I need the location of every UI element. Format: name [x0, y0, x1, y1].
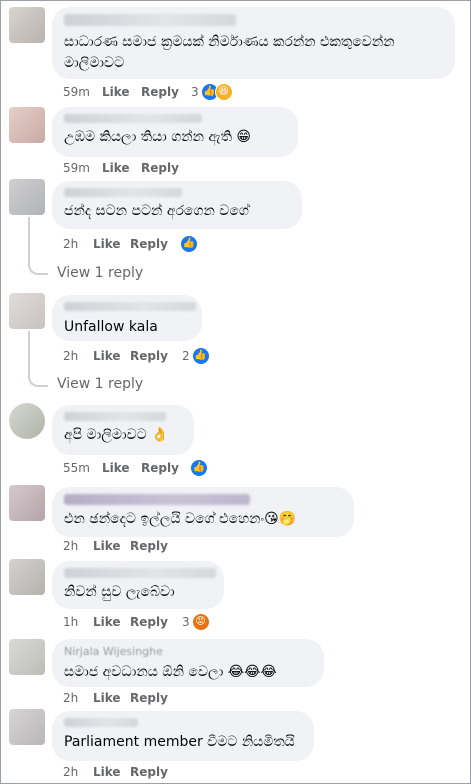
avatar[interactable]: [9, 7, 45, 43]
comment-text: උඹම කියලා තියා ගන්න ඇති 😁: [64, 129, 251, 145]
comment-timestamp[interactable]: 59m: [63, 85, 90, 99]
view-replies-link[interactable]: View 1 reply: [57, 376, 143, 392]
reply-button[interactable]: Reply: [141, 161, 179, 175]
comment-actions: 2h Like Reply: [63, 539, 263, 559]
reply-button[interactable]: Reply: [130, 237, 168, 251]
like-button[interactable]: Like: [93, 539, 121, 553]
commenter-name-redacted[interactable]: [64, 14, 236, 26]
comments-panel: සාධාරණ සමාජ ක්‍රමයක් නිර්මාණය කරන්න එකතු…: [0, 0, 471, 784]
like-icon: 👍: [180, 235, 198, 253]
commenter-name-redacted[interactable]: [64, 568, 216, 578]
like-button[interactable]: Like: [93, 237, 121, 251]
like-button[interactable]: Like: [102, 161, 130, 175]
avatar[interactable]: [9, 639, 45, 675]
comment-bubble: එන ඡන්දෙට ඉල්ලයි වගේ එහෙනං😘🤭: [52, 487, 354, 537]
comment-bubble: අපි මාලිමාවට 👌: [52, 405, 194, 455]
comment-text: එන ඡන්දෙට ඉල්ලයි වගේ එහෙනං😘🤭: [64, 511, 297, 527]
commenter-name-redacted[interactable]: [64, 188, 182, 197]
reply-button[interactable]: Reply: [130, 765, 168, 779]
comment-timestamp[interactable]: 2h: [63, 237, 78, 251]
comment-text: Unfallow kala: [64, 319, 158, 335]
comment-timestamp[interactable]: 2h: [63, 765, 78, 779]
reaction-summary[interactable]: 3 😡: [182, 613, 210, 631]
haha-icon: 😆: [214, 83, 233, 101]
reply-button[interactable]: Reply: [130, 691, 168, 705]
reply-button[interactable]: Reply: [141, 85, 179, 99]
reply-button[interactable]: Reply: [130, 539, 168, 553]
comment-text: නිවන් සුව ලැබේවා: [64, 584, 175, 600]
like-icon: 👍: [191, 347, 210, 365]
view-replies-link[interactable]: View 1 reply: [57, 265, 143, 281]
avatar[interactable]: [9, 485, 45, 521]
comment-text: Parliament member වීමට නියමිතයි: [64, 734, 295, 750]
avatar[interactable]: [9, 403, 45, 439]
like-button[interactable]: Like: [93, 691, 121, 705]
reaction-summary[interactable]: 2 👍: [182, 347, 210, 365]
reply-button[interactable]: Reply: [141, 461, 179, 475]
commenter-name-redacted[interactable]: [64, 494, 250, 505]
angry-icon: 😡: [191, 613, 210, 631]
comment-bubble: ජන්ද සටන පටන් අරගෙන වගේ: [52, 181, 302, 229]
commenter-name-redacted[interactable]: [64, 412, 166, 421]
reaction-count: 3: [191, 85, 199, 99]
comment-bubble: Nirjala Wijesinghe සමාජ අවධානය ඕනි වෙලා …: [52, 639, 324, 687]
comment-text: සමාජ අවධානය ඕනි වෙලා 😂😂😂: [64, 664, 277, 680]
reply-button[interactable]: Reply: [130, 349, 168, 363]
comment-actions: 2h Like Reply: [63, 349, 263, 369]
avatar[interactable]: [9, 559, 45, 595]
commenter-name-redacted[interactable]: [64, 114, 202, 123]
reaction-summary[interactable]: 👍: [180, 235, 198, 253]
comment-timestamp[interactable]: 2h: [63, 349, 78, 363]
comment-timestamp[interactable]: 55m: [63, 461, 90, 475]
comment-text: ජන්ද සටන පටන් අරගෙන වගේ: [64, 203, 249, 219]
comment-timestamp[interactable]: 59m: [63, 161, 90, 175]
comment-bubble: සාධාරණ සමාජ ක්‍රමයක් නිර්මාණය කරන්න එකතු…: [52, 7, 455, 79]
reaction-summary[interactable]: 👍: [190, 459, 208, 477]
comment-bubble: Unfallow kala: [52, 295, 202, 341]
like-button[interactable]: Like: [93, 615, 121, 629]
reaction-count: 3: [182, 615, 190, 629]
like-button[interactable]: Like: [93, 349, 121, 363]
comment-actions: 2h Like Reply: [63, 237, 263, 257]
comment-bubble: නිවන් සුව ලැබේවා: [52, 561, 224, 609]
avatar[interactable]: [9, 293, 45, 329]
comment-text: සාධාරණ සමාජ ක්‍රමයක් නිර්මාණය කරන්න එකතු…: [64, 34, 395, 71]
comment-text: අපි මාලිමාවට 👌: [64, 427, 169, 443]
avatar[interactable]: [9, 709, 45, 745]
reaction-summary[interactable]: 3 👍 😆: [191, 83, 233, 101]
like-button[interactable]: Like: [102, 461, 130, 475]
comment-bubble: උඹම කියලා තියා ගන්න ඇති 😁: [52, 107, 298, 157]
avatar[interactable]: [9, 107, 45, 143]
commenter-name[interactable]: Nirjala Wijesinghe: [64, 646, 312, 657]
like-button[interactable]: Like: [93, 765, 121, 779]
reply-thread-line: [28, 331, 48, 387]
reaction-count: 2: [182, 349, 190, 363]
commenter-name-redacted[interactable]: [64, 302, 196, 311]
like-icon: 👍: [190, 459, 208, 477]
reply-button[interactable]: Reply: [130, 615, 168, 629]
comment-actions: 2h Like Reply: [63, 765, 263, 783]
avatar[interactable]: [9, 179, 45, 215]
comment-actions: 59m Like Reply: [63, 85, 263, 105]
comment-actions: 1h Like Reply: [63, 615, 263, 635]
commenter-name-redacted[interactable]: [64, 718, 138, 727]
comment-timestamp[interactable]: 2h: [63, 691, 78, 705]
comment-actions: 2h Like Reply: [63, 691, 263, 711]
comment-timestamp[interactable]: 2h: [63, 539, 78, 553]
comment-actions: 59m Like Reply: [63, 161, 263, 181]
comment-timestamp[interactable]: 1h: [63, 615, 78, 629]
reply-thread-line: [28, 217, 48, 275]
comment-bubble: Parliament member වීමට නියමිතයි: [52, 711, 314, 761]
comment-actions: 55m Like Reply: [63, 461, 263, 481]
like-button[interactable]: Like: [102, 85, 130, 99]
